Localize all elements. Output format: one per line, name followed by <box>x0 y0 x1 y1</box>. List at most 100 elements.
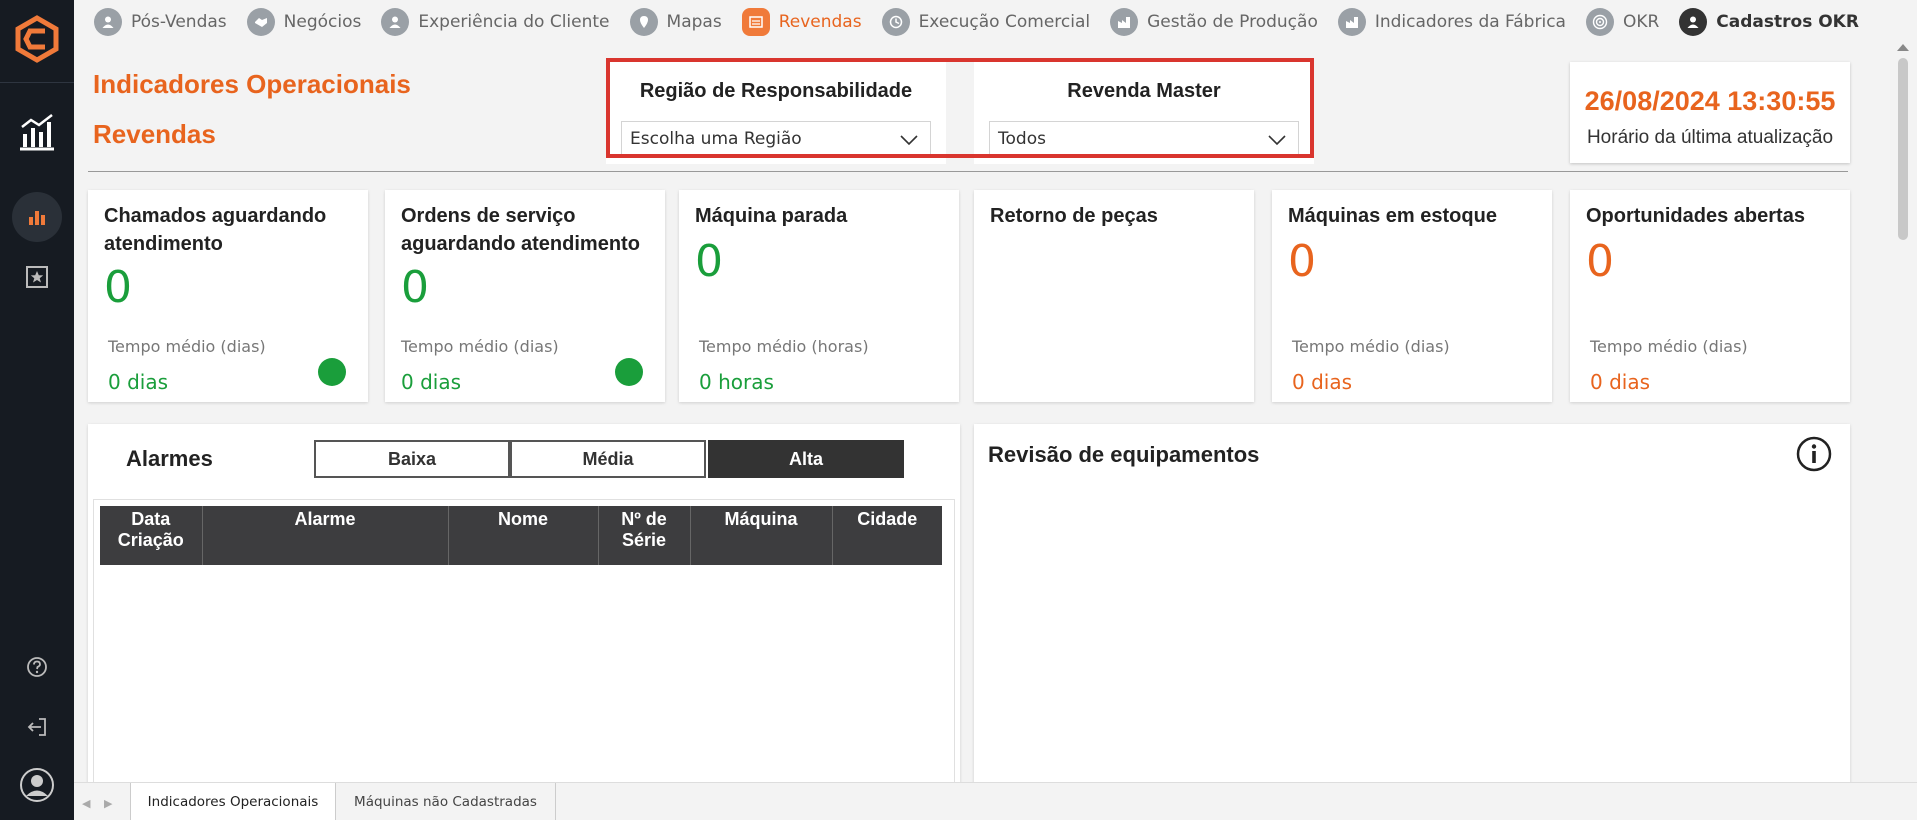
segment-media[interactable]: Média <box>510 440 706 478</box>
handshake-icon <box>246 8 275 36</box>
kpi-sub-label: Tempo médio (dias) <box>1590 337 1748 356</box>
kpi-title: Ordens de serviço aguardando atendimento <box>401 205 640 255</box>
star-icon[interactable] <box>25 265 49 289</box>
kpi-sub-value: 0 dias <box>401 370 462 394</box>
kpi-value: 0 <box>104 262 132 313</box>
column-header-numero-serie[interactable]: Nº de Série <box>598 506 691 565</box>
main-content: Indicadores Operacionais Revendas Região… <box>74 44 1889 782</box>
logo-icon[interactable] <box>12 14 62 64</box>
user-avatar-icon[interactable] <box>18 766 56 804</box>
kpi-title: Máquina parada <box>695 205 848 227</box>
alarmes-table-container: Data Criação Alarme Nome Nº de Série Máq… <box>93 499 955 782</box>
nav-item-mapas[interactable]: Mapas <box>629 8 722 36</box>
nav-label: Experiência do Cliente <box>418 12 610 32</box>
nav-label: Cadastros OKR <box>1716 12 1859 32</box>
person-icon <box>381 8 410 36</box>
kpi-sub-value: 0 dias <box>1292 370 1353 394</box>
header-divider <box>88 171 1848 172</box>
nav-item-execucao-comercial[interactable]: Execução Comercial <box>881 8 1091 36</box>
kpi-value: 0 <box>695 236 723 287</box>
alarmes-title: Alarmes <box>126 446 213 471</box>
column-header-alarme[interactable]: Alarme <box>202 506 449 565</box>
column-header-nome[interactable]: Nome <box>448 506 599 565</box>
scrollbar-thumb[interactable] <box>1898 58 1908 240</box>
bottom-tab-bar: ◀ ▶ Indicadores Operacionais Máquinas nã… <box>74 782 1917 820</box>
sidebar-divider <box>0 82 74 83</box>
kpi-oportunidades-abertas: Oportunidades abertas 0 Tempo médio (dia… <box>1570 190 1850 402</box>
kpi-title: Retorno de peças <box>990 205 1158 227</box>
bar-chart-icon[interactable] <box>12 192 62 242</box>
table-header-row: Data Criação Alarme Nome Nº de Série Máq… <box>100 506 942 565</box>
tab-prev-icon[interactable]: ◀ <box>82 797 90 810</box>
store-icon <box>741 8 770 36</box>
last-update-label: Horário da última atualização <box>1586 127 1834 148</box>
nav-item-negocios[interactable]: Negócios <box>246 8 362 36</box>
nav-label: OKR <box>1622 12 1660 32</box>
segment-baixa[interactable]: Baixa <box>314 440 510 478</box>
factory-icon <box>1337 8 1366 36</box>
last-update-box: 26/08/2024 13:30:55 Horário da última at… <box>1570 62 1850 163</box>
kpi-value: 0 <box>401 262 429 313</box>
kpi-chamados: Chamados aguardando atendimento 0 Tempo … <box>88 190 368 402</box>
nav-label: Gestão de Produção <box>1147 12 1318 32</box>
page-title: Indicadores Operacionais <box>93 69 411 99</box>
revisao-equipamentos-panel: Revisão de equipamentos <box>974 424 1850 782</box>
kpi-sub-value: 0 dias <box>1590 370 1651 394</box>
revisao-title: Revisão de equipamentos <box>988 442 1260 467</box>
kpi-value: 0 <box>1288 236 1316 287</box>
sidebar <box>0 0 74 820</box>
kpi-title: Máquinas em estoque <box>1288 205 1497 227</box>
alarmes-panel: Alarmes Baixa Média Alta Data Criação Al… <box>88 424 960 782</box>
kpi-value: 0 <box>1586 236 1614 287</box>
alarmes-table: Data Criação Alarme Nome Nº de Série Máq… <box>100 506 942 565</box>
kpi-maquinas-estoque: Máquinas em estoque 0 Tempo médio (dias)… <box>1272 190 1552 402</box>
filters-highlight-box <box>606 58 1314 158</box>
status-indicator-dot <box>318 358 346 386</box>
help-icon[interactable] <box>25 655 49 679</box>
nav-label: Mapas <box>666 12 722 32</box>
logout-icon[interactable] <box>25 715 49 739</box>
kpi-sub-value: 0 horas <box>699 370 774 394</box>
kpi-sub-label: Tempo médio (dias) <box>1292 337 1450 356</box>
nav-item-cadastros-okr[interactable]: Cadastros OKR <box>1679 8 1859 36</box>
top-navigation: Pós-Vendas Negócios Experiência do Clien… <box>74 0 1917 44</box>
column-header-cidade[interactable]: Cidade <box>832 506 942 565</box>
nav-item-gestao-producao[interactable]: Gestão de Produção <box>1110 8 1318 36</box>
nav-label: Execução Comercial <box>918 12 1091 32</box>
kpi-title: Chamados aguardando atendimento <box>104 205 327 255</box>
nav-item-indicadores-fabrica[interactable]: Indicadores da Fábrica <box>1337 8 1566 36</box>
nav-label: Pós-Vendas <box>131 12 227 32</box>
column-header-data-criacao[interactable]: Data Criação <box>100 506 203 565</box>
kpi-sub-label: Tempo médio (horas) <box>699 337 869 356</box>
clock-icon <box>881 8 910 36</box>
nav-item-experiencia-cliente[interactable]: Experiência do Cliente <box>381 8 610 36</box>
kpi-ordens-servico: Ordens de serviço aguardando atendimento… <box>385 190 665 402</box>
dashboard-chart-icon[interactable] <box>17 112 57 152</box>
person-icon <box>1679 8 1708 36</box>
vertical-scrollbar[interactable] <box>1889 44 1917 782</box>
nav-label: Revendas <box>778 12 862 32</box>
nav-label: Indicadores da Fábrica <box>1374 12 1566 32</box>
person-icon <box>94 8 122 36</box>
kpi-sub-value: 0 dias <box>108 370 169 394</box>
tab-maquinas-nao-cadastradas[interactable]: Máquinas não Cadastradas <box>336 783 556 820</box>
nav-item-pos-vendas[interactable]: Pós-Vendas <box>94 8 227 36</box>
kpi-retorno-pecas: Retorno de peças <box>974 190 1254 402</box>
kpi-sub-label: Tempo médio (dias) <box>401 337 559 356</box>
nav-item-okr[interactable]: OKR <box>1585 8 1660 36</box>
tab-next-icon[interactable]: ▶ <box>104 797 112 810</box>
target-icon <box>1585 8 1614 36</box>
page-subtitle: Revendas <box>93 119 216 149</box>
column-header-maquina[interactable]: Máquina <box>690 506 833 565</box>
segment-alta[interactable]: Alta <box>708 440 904 478</box>
scroll-up-arrow-icon[interactable] <box>1897 44 1909 51</box>
info-icon[interactable] <box>1796 436 1832 472</box>
factory-icon <box>1110 8 1139 36</box>
nav-item-revendas[interactable]: Revendas <box>741 8 862 36</box>
map-pin-icon <box>629 8 658 36</box>
kpi-title: Oportunidades abertas <box>1586 205 1805 227</box>
nav-label: Negócios <box>283 12 362 32</box>
tab-indicadores-operacionais[interactable]: Indicadores Operacionais <box>130 783 336 820</box>
last-update-value: 26/08/2024 13:30:55 <box>1584 86 1836 116</box>
kpi-sub-label: Tempo médio (dias) <box>108 337 266 356</box>
